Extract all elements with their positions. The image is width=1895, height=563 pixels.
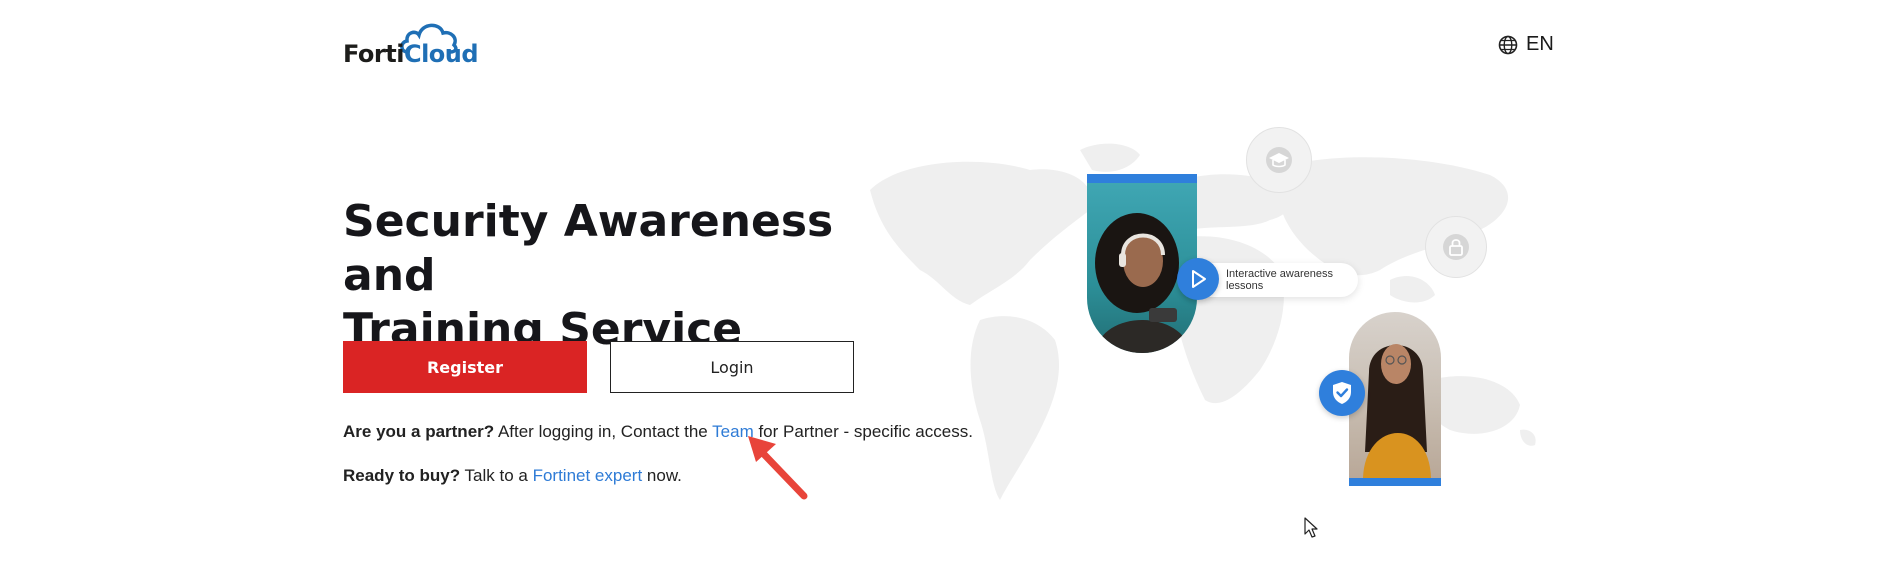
lock-icon [1443, 234, 1469, 260]
learner-photo-card [1087, 174, 1197, 353]
globe-icon [1498, 35, 1518, 54]
lock-bubble [1425, 216, 1487, 278]
partner-info: Are you a partner? After logging in, Con… [343, 422, 973, 442]
logo-text-cloud: Cloud [403, 40, 479, 68]
buy-text-before: Talk to a [460, 466, 533, 485]
logo-text-forti: Forti [343, 40, 404, 68]
lesson-tag-text: Interactive awareness lessons [1226, 268, 1333, 292]
register-button[interactable]: Register [343, 341, 587, 393]
partner-lead: Are you a partner? [343, 422, 495, 441]
play-button [1177, 258, 1219, 300]
forticloud-logo[interactable]: FortiCloud [343, 20, 479, 68]
fortinet-expert-link[interactable]: Fortinet expert [533, 466, 643, 485]
top-bar: FortiCloud EN [0, 0, 1895, 90]
mouse-cursor-icon [1304, 517, 1318, 538]
buy-text-after: now. [642, 466, 682, 485]
login-button[interactable]: Login [610, 341, 854, 393]
partner-text-before: After logging in, Contact the [494, 422, 713, 441]
page-title-line1: Security Awareness and [343, 196, 834, 301]
buy-lead: Ready to buy? [343, 466, 461, 485]
annotation-arrow-icon [748, 436, 808, 500]
play-icon [1192, 270, 1206, 288]
graduation-cap-icon [1266, 147, 1292, 173]
language-selector[interactable]: EN [1498, 33, 1554, 56]
buy-info: Ready to buy? Talk to a Fortinet expert … [343, 466, 682, 486]
page-title: Security Awareness and Training Service [343, 195, 903, 357]
logo-wordmark: FortiCloud [343, 40, 479, 68]
graduation-bubble [1246, 127, 1312, 193]
shield-check-icon [1333, 382, 1351, 404]
security-badge [1319, 370, 1365, 416]
language-label: EN [1526, 33, 1554, 55]
